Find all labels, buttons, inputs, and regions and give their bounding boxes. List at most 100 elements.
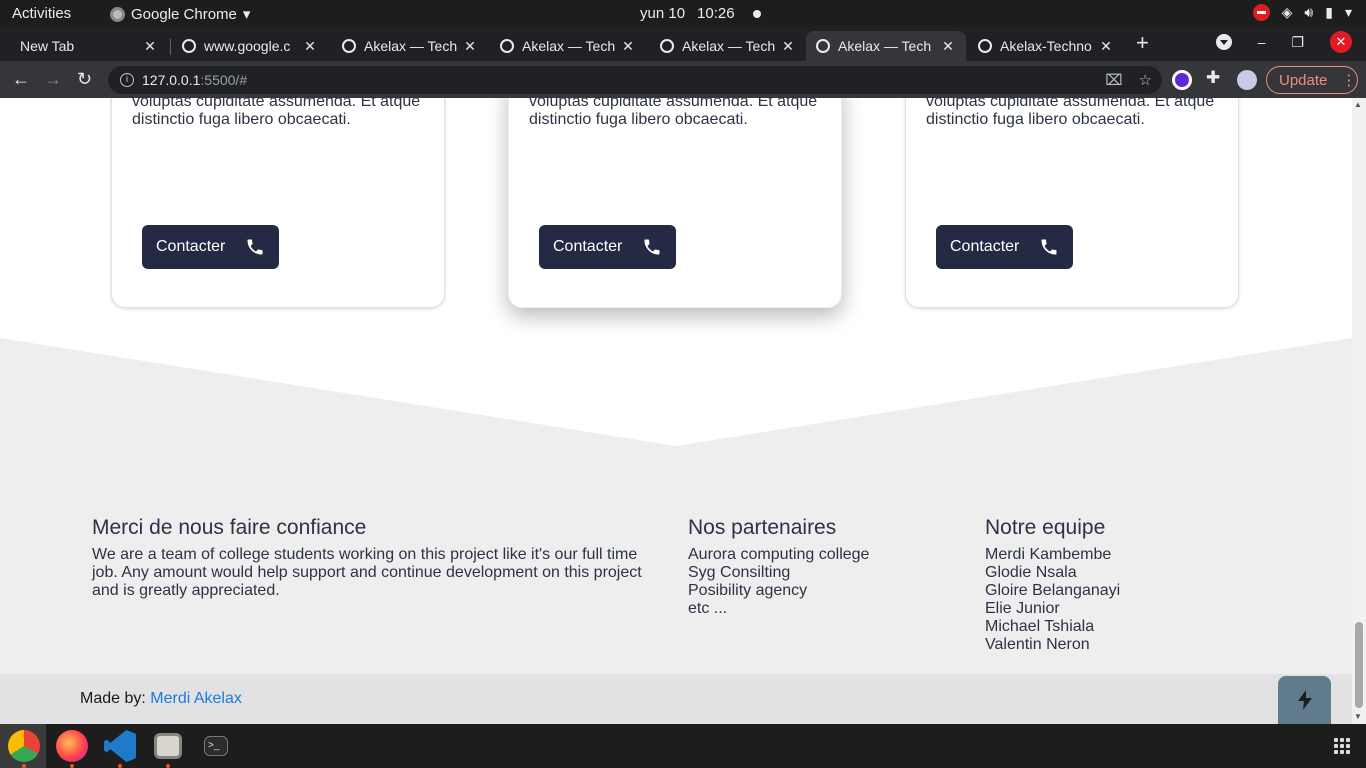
grid-dot bbox=[1334, 750, 1338, 754]
system-tray[interactable]: ◈ 🔊︎ ▮ ▾ bbox=[1252, 4, 1366, 21]
tab-akelax-3[interactable]: Akelax — Tech ✕ bbox=[650, 31, 806, 61]
tab-strip: New Tab ✕ www.google.c ✕ Akelax — Tech ✕… bbox=[0, 27, 1366, 61]
translate-icon[interactable]: ⌧ bbox=[1105, 71, 1122, 89]
contact-button[interactable]: Contacter bbox=[539, 225, 676, 269]
avatar[interactable] bbox=[1237, 70, 1257, 90]
grid-dot bbox=[1334, 738, 1338, 742]
close-icon[interactable]: ✕ bbox=[620, 38, 636, 55]
maximize-icon[interactable]: ❐ bbox=[1291, 34, 1304, 51]
system-top-bar: Activities Google Chrome ▾ yun 10 10:26 … bbox=[0, 0, 1366, 27]
author-link[interactable]: Merdi Akelax bbox=[150, 690, 242, 707]
activities-button[interactable]: Activities bbox=[12, 5, 71, 22]
close-window-icon[interactable]: ✕ bbox=[1330, 31, 1352, 53]
footer-team: Notre equipe Merdi Kambembe Glodie Nsala… bbox=[985, 516, 1245, 654]
close-icon[interactable]: ✕ bbox=[780, 38, 796, 55]
list-item: Syg Consilting bbox=[688, 564, 791, 581]
clock[interactable]: yun 10 10:26 bbox=[640, 5, 761, 22]
reload-icon[interactable]: ↻ bbox=[77, 69, 92, 90]
tab-akelax-2[interactable]: Akelax — Tech ✕ bbox=[490, 31, 646, 61]
volume-icon: 🔊︎ bbox=[1304, 4, 1314, 20]
minimize-icon[interactable]: – bbox=[1258, 34, 1266, 50]
contact-button[interactable]: Contacter bbox=[936, 225, 1073, 269]
lightning-icon bbox=[1297, 690, 1312, 710]
list-item: etc ... bbox=[688, 600, 728, 617]
tab-akelax-techno[interactable]: Akelax-Techno ✕ bbox=[968, 31, 1124, 61]
taskbar-dock: >_ bbox=[0, 724, 1366, 768]
footer-partners: Nos partenaires Aurora computing college… bbox=[688, 516, 948, 618]
phone-icon bbox=[247, 239, 263, 255]
tab-title: New Tab bbox=[20, 38, 75, 54]
close-icon[interactable]: ✕ bbox=[302, 38, 318, 55]
chevron-down-icon: ▾ bbox=[242, 6, 251, 23]
tab-new-tab[interactable]: New Tab ✕ bbox=[10, 31, 168, 61]
close-icon[interactable]: ✕ bbox=[1098, 38, 1114, 55]
firefox-icon[interactable] bbox=[56, 730, 88, 762]
globe-icon bbox=[660, 39, 674, 53]
address-actions: ⌧ ☆ bbox=[1105, 71, 1152, 89]
tab-title: www.google.c bbox=[204, 38, 291, 54]
app-menu[interactable]: Google Chrome ▾ bbox=[110, 5, 250, 23]
vscode-icon[interactable] bbox=[104, 730, 136, 762]
update-button[interactable]: Update ⋮ bbox=[1266, 66, 1358, 94]
tab-title: Akelax — Tech bbox=[364, 38, 458, 54]
app-menu-label: Google Chrome bbox=[131, 5, 237, 23]
puzzle-icon[interactable]: ✚ bbox=[1206, 68, 1220, 88]
chrome-icon[interactable] bbox=[8, 730, 40, 762]
grid-dot bbox=[1340, 750, 1344, 754]
running-indicator bbox=[166, 764, 170, 768]
card-description: voluptas cupiditate assumenda. Et atque … bbox=[132, 98, 421, 128]
made-by-label: Made by: bbox=[80, 690, 146, 707]
grid-dot bbox=[1340, 744, 1344, 748]
contact-button-label: Contacter bbox=[553, 238, 623, 255]
update-label: Update bbox=[1279, 71, 1328, 89]
bookmark-star-icon[interactable]: ☆ bbox=[1139, 71, 1152, 89]
tab-akelax-1[interactable]: Akelax — Tech ✕ bbox=[332, 31, 488, 61]
page-viewport: voluptas cupiditate assumenda. Et atque … bbox=[0, 98, 1352, 724]
globe-icon bbox=[342, 39, 356, 53]
address-bar[interactable]: i 127.0.0.1 :5500/# ⌧ ☆ bbox=[108, 66, 1162, 94]
scrollbar-thumb[interactable] bbox=[1355, 622, 1363, 708]
kebab-menu-icon[interactable]: ⋮ bbox=[1341, 71, 1356, 89]
clock-date: yun 10 bbox=[640, 5, 686, 22]
service-card-1: voluptas cupiditate assumenda. Et atque … bbox=[111, 98, 445, 308]
show-apps-grid-icon[interactable] bbox=[1334, 738, 1350, 754]
address-host: 127.0.0.1 bbox=[142, 72, 201, 88]
scroll-down-icon[interactable]: ▼ bbox=[1354, 712, 1362, 721]
globe-icon bbox=[500, 39, 514, 53]
notification-dot-icon bbox=[752, 9, 761, 18]
contact-button[interactable]: Contacter bbox=[142, 225, 279, 269]
list-item: Elie Junior bbox=[985, 600, 1060, 617]
back-arrow-icon[interactable]: ← bbox=[12, 69, 30, 90]
tab-google[interactable]: www.google.c ✕ bbox=[172, 31, 328, 61]
close-icon[interactable]: ✕ bbox=[462, 38, 478, 55]
footer-about-title: Merci de nous faire confiance bbox=[92, 516, 367, 539]
new-tab-plus-icon[interactable]: + bbox=[1136, 30, 1149, 56]
info-icon[interactable]: i bbox=[120, 73, 134, 87]
chrome-icon bbox=[110, 6, 125, 22]
service-card-2: adipisicing elit. Voluptatem libero inci… bbox=[508, 98, 842, 308]
lightning-button[interactable] bbox=[1278, 676, 1331, 724]
tab-divider bbox=[170, 39, 171, 55]
grid-dot bbox=[1334, 744, 1338, 748]
window-controls: – ❐ ✕ bbox=[1215, 31, 1366, 53]
grid-dot bbox=[1346, 750, 1350, 754]
globe-icon bbox=[182, 39, 196, 53]
service-card-3: adipisicing elit. Voluptatem libero inci… bbox=[905, 98, 1239, 308]
scroll-up-icon[interactable]: ▲ bbox=[1354, 100, 1362, 109]
grid-dot bbox=[1346, 738, 1350, 742]
battery-icon: ▮ bbox=[1325, 4, 1333, 20]
tab-search-icon[interactable] bbox=[1215, 34, 1232, 50]
chevron-down-icon: ▾ bbox=[1344, 4, 1352, 20]
terminal-icon[interactable]: >_ bbox=[204, 736, 228, 756]
close-icon[interactable]: ✕ bbox=[940, 38, 956, 55]
extension-icon[interactable] bbox=[1172, 70, 1192, 90]
forward-arrow-icon[interactable]: → bbox=[44, 69, 62, 90]
list-item: Michael Tshiala bbox=[985, 618, 1095, 635]
tab-akelax-active[interactable]: Akelax — Tech ✕ bbox=[806, 31, 966, 61]
files-icon[interactable] bbox=[154, 733, 182, 759]
globe-icon bbox=[816, 39, 830, 53]
running-indicator bbox=[70, 764, 74, 768]
close-icon[interactable]: ✕ bbox=[142, 38, 158, 55]
list-item: Posibility agency bbox=[688, 582, 808, 599]
grid-dot bbox=[1346, 744, 1350, 748]
